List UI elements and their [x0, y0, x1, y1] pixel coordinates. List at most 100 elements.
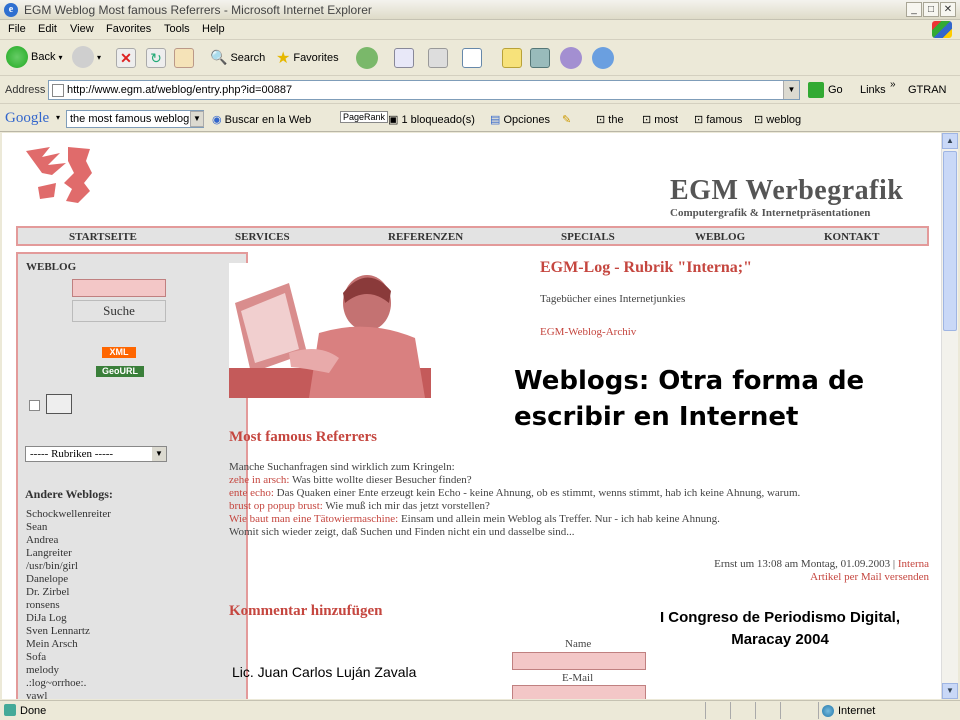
chevron-down-icon[interactable]: ▼	[190, 111, 204, 127]
author-caption: Lic. Juan Carlos Luján Zavala	[232, 664, 417, 680]
term-famous-button[interactable]: ⊡ famous	[694, 113, 742, 126]
search-button[interactable]: 🔍 Search	[210, 49, 265, 66]
remember-checkbox[interactable]	[29, 400, 40, 411]
term-the-button[interactable]: ⊡ the	[596, 113, 624, 126]
google-toolbar: Google ▾ the most famous weblog ▼ ◉ Busc…	[0, 104, 960, 132]
weblog-link[interactable]: /usr/bin/girl	[26, 560, 78, 572]
weblog-link[interactable]: ronsens	[26, 599, 60, 611]
main-nav: STARTSEITE SERVICES REFERENZEN SPECIALS …	[16, 226, 929, 246]
weblog-link[interactable]: yawl	[26, 690, 47, 699]
weblog-link[interactable]: Andrea	[26, 534, 58, 546]
page-subtitle: Tagebücher eines Internetjunkies	[540, 293, 686, 305]
menu-view[interactable]: View	[70, 23, 94, 35]
brand-name: EGM Werbegrafik	[670, 175, 904, 206]
back-button[interactable]: Back ▾	[6, 46, 62, 68]
links-button[interactable]: Links	[860, 84, 886, 96]
scroll-up-icon[interactable]: ▲	[942, 133, 958, 149]
options-button[interactable]: ▤ Opciones	[490, 113, 550, 126]
security-zone: Internet	[838, 705, 876, 717]
weblog-link[interactable]: melody	[26, 664, 59, 676]
weblog-link[interactable]: Sven Lennartz	[26, 625, 90, 637]
nav-referenzen[interactable]: REFERENZEN	[388, 231, 463, 243]
menu-tools[interactable]: Tools	[164, 23, 190, 35]
referrer-item: zehe in arsch: Was bitte wollte dieser B…	[229, 474, 472, 486]
email-label: E-Mail	[562, 672, 594, 684]
weblog-link[interactable]: Sean	[26, 521, 47, 533]
maximize-button[interactable]: □	[923, 2, 939, 17]
weblog-link[interactable]: Sofa	[26, 651, 46, 663]
research-icon[interactable]	[530, 48, 550, 68]
comment-heading: Kommentar hinzufügen	[229, 603, 383, 619]
chevron-right-icon[interactable]: »	[890, 79, 896, 90]
nav-startseite[interactable]: STARTSEITE	[69, 231, 137, 243]
search-submit-button[interactable]: Suche	[72, 300, 166, 322]
users-icon[interactable]	[592, 47, 614, 69]
home-icon[interactable]	[174, 48, 194, 68]
blocker-icon: ▣	[388, 114, 399, 126]
email-input[interactable]	[512, 685, 646, 699]
weblog-link[interactable]: Dr. Zirbel	[26, 586, 69, 598]
chevron-down-icon[interactable]: ▼	[783, 81, 799, 99]
blogger-photo	[229, 263, 431, 398]
rubriken-select[interactable]: ----- Rubriken ----- ▼	[25, 446, 167, 462]
archive-link[interactable]: EGM-Weblog-Archiv	[540, 326, 636, 338]
messenger-icon[interactable]	[560, 47, 582, 69]
search-icon: 🔍	[210, 49, 228, 65]
mail-icon[interactable]	[394, 48, 414, 68]
history-icon[interactable]	[356, 47, 378, 69]
referrer-item: Wie baut man eine Tätowiermaschine: Eins…	[229, 513, 720, 525]
windows-icon[interactable]	[46, 394, 72, 414]
chevron-down-icon: ▼	[152, 447, 166, 461]
weblog-link[interactable]: Schockwellenreiter	[26, 508, 111, 520]
mail-article-link[interactable]: Artikel per Mail versenden	[810, 571, 929, 583]
nav-kontakt[interactable]: KONTAKT	[824, 231, 879, 243]
scroll-thumb[interactable]	[943, 151, 957, 331]
weblog-link[interactable]: Langreiter	[26, 547, 72, 559]
referrers-intro: Manche Suchanfragen sind wirklich zum Kr…	[229, 461, 455, 473]
find-icon: ⊡	[694, 114, 704, 126]
nav-weblog[interactable]: WEBLOG	[695, 231, 745, 243]
geourl-badge[interactable]: GeoURL	[96, 366, 144, 377]
menu-help[interactable]: Help	[202, 23, 225, 35]
category-link[interactable]: Interna	[898, 558, 929, 570]
go-button[interactable]: Go	[808, 82, 843, 98]
term-most-button[interactable]: ⊡ most	[642, 113, 678, 126]
close-button[interactable]: ✕	[940, 2, 956, 17]
address-input[interactable]: http://www.egm.at/weblog/entry.php?id=00…	[48, 80, 800, 100]
menu-edit[interactable]: Edit	[38, 23, 57, 35]
discuss-icon[interactable]	[502, 48, 522, 68]
stop-icon[interactable]: ✕	[116, 48, 136, 68]
favorites-button[interactable]: ★ Favorites	[276, 48, 339, 68]
edit-icon[interactable]	[462, 48, 482, 68]
page-icon	[52, 84, 64, 97]
title-bar: e EGM Weblog Most famous Referrers - Mic…	[0, 0, 960, 20]
forward-button[interactable]: ▾	[72, 46, 101, 68]
weblog-link[interactable]: .:log~orrhoe:.	[26, 677, 86, 689]
refresh-icon[interactable]: ↻	[146, 48, 166, 68]
gtran-button[interactable]: GTRAN	[908, 84, 947, 96]
weblog-search-input[interactable]	[72, 279, 166, 297]
name-input[interactable]	[512, 652, 646, 670]
highlighter-icon[interactable]: ✎	[562, 113, 571, 126]
term-weblog-button[interactable]: ⊡ weblog	[754, 113, 801, 126]
google-search-input[interactable]: the most famous weblog	[66, 110, 204, 128]
weblog-link[interactable]: DiJa Log	[26, 612, 67, 624]
weblog-link[interactable]: Mein Arsch	[26, 638, 78, 650]
vertical-scrollbar[interactable]: ▲ ▼	[941, 133, 958, 699]
nav-specials[interactable]: SPECIALS	[561, 231, 615, 243]
popup-blocker-button[interactable]: ▣ 1 bloqueado(s)	[388, 113, 475, 126]
menu-file[interactable]: File	[8, 23, 26, 35]
nav-services[interactable]: SERVICES	[235, 231, 290, 243]
pagerank-meter[interactable]: PageRank	[340, 111, 389, 123]
minimize-button[interactable]: _	[906, 2, 922, 17]
menu-favorites[interactable]: Favorites	[106, 23, 151, 35]
print-icon[interactable]	[428, 48, 448, 68]
search-web-button[interactable]: ◉ Buscar en la Web	[212, 113, 311, 126]
xml-badge[interactable]: XML	[102, 347, 136, 358]
chevron-down-icon[interactable]: ▾	[56, 113, 60, 122]
weblog-link[interactable]: Danelope	[26, 573, 68, 585]
scroll-down-icon[interactable]: ▼	[942, 683, 958, 699]
find-icon: ⊡	[596, 114, 606, 126]
google-logo[interactable]: Google	[5, 110, 49, 127]
windows-logo-icon	[932, 21, 952, 38]
